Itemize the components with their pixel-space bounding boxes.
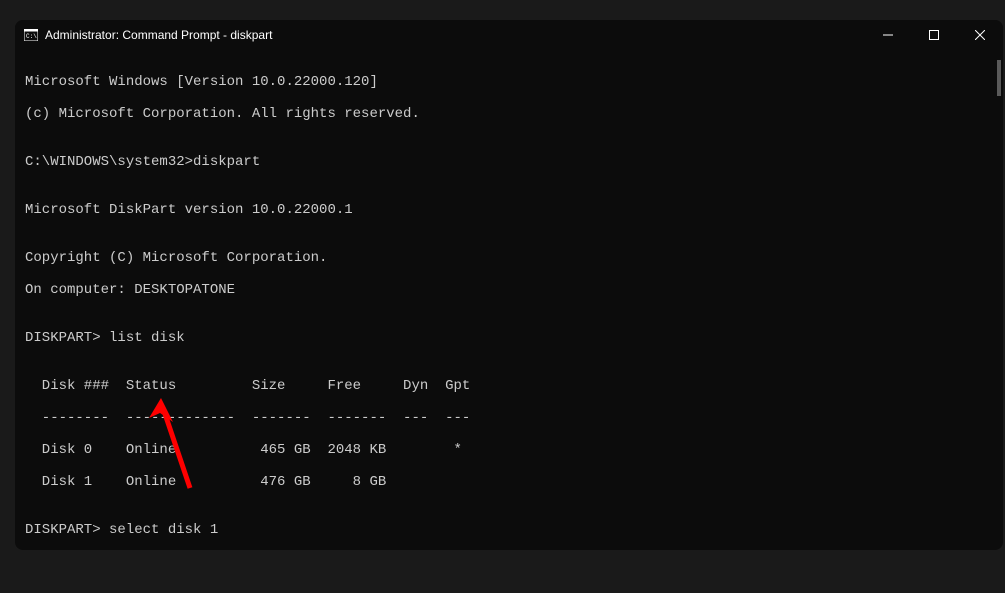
terminal-line: Microsoft Windows [Version 10.0.22000.12… — [25, 74, 993, 90]
terminal-line: Disk 0 Online 465 GB 2048 KB * — [25, 442, 993, 458]
close-button[interactable] — [957, 20, 1003, 50]
svg-text:C:\: C:\ — [26, 33, 37, 40]
terminal-line: (c) Microsoft Corporation. All rights re… — [25, 106, 993, 122]
terminal-output[interactable]: Microsoft Windows [Version 10.0.22000.12… — [15, 50, 1003, 550]
terminal-line: Copyright (C) Microsoft Corporation. — [25, 250, 993, 266]
terminal-line: Disk 1 Online 476 GB 8 GB — [25, 474, 993, 490]
window-title: Administrator: Command Prompt - diskpart — [45, 28, 865, 42]
terminal-line: On computer: DESKTOPATONE — [25, 282, 993, 298]
scrollbar-thumb[interactable] — [997, 60, 1001, 96]
minimize-button[interactable] — [865, 20, 911, 50]
terminal-line: DISKPART> select disk 1 — [25, 522, 993, 538]
app-icon: C:\ — [23, 27, 39, 43]
terminal-line: Disk ### Status Size Free Dyn Gpt — [25, 378, 993, 394]
terminal-line: DISKPART> list disk — [25, 330, 993, 346]
window-controls — [865, 20, 1003, 50]
titlebar[interactable]: C:\ Administrator: Command Prompt - disk… — [15, 20, 1003, 50]
terminal-line: C:\WINDOWS\system32>diskpart — [25, 154, 993, 170]
terminal-line: -------- ------------- ------- ------- -… — [25, 410, 993, 426]
terminal-line: Microsoft DiskPart version 10.0.22000.1 — [25, 202, 993, 218]
command-prompt-window: C:\ Administrator: Command Prompt - disk… — [15, 20, 1003, 550]
maximize-button[interactable] — [911, 20, 957, 50]
